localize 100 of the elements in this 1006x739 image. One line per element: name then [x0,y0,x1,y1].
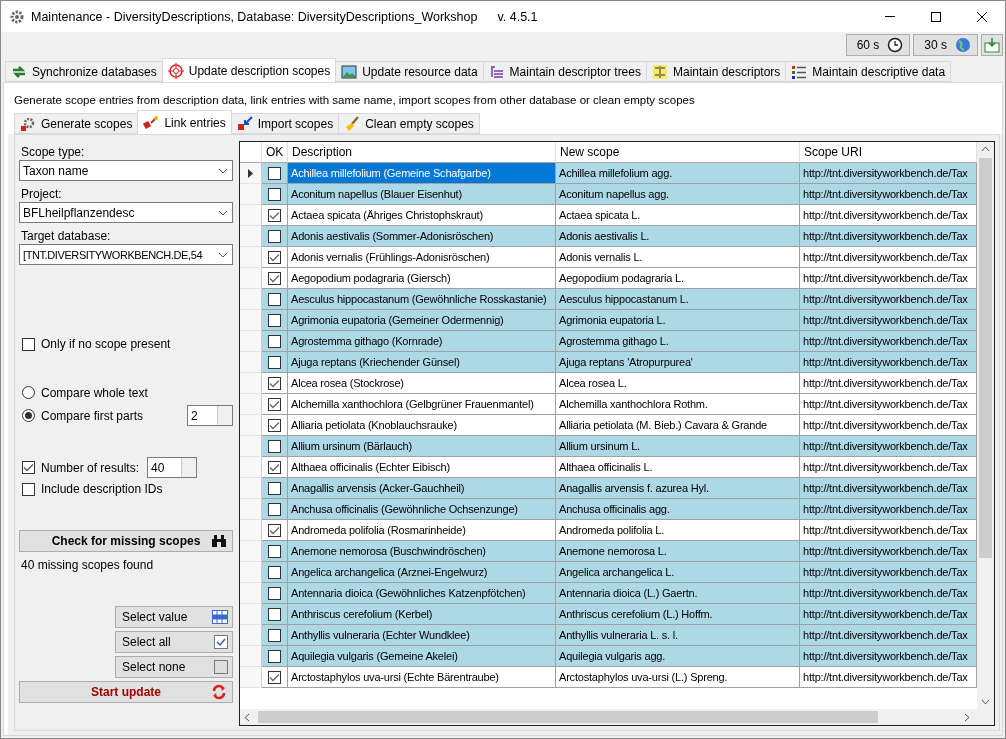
column-header[interactable]: Description [288,142,556,163]
horizontal-scrollbar[interactable] [240,709,994,725]
field-label: Target database: [21,229,112,243]
vertical-scrollbar[interactable] [977,142,994,709]
tab[interactable]: Maintain descriptor trees [482,61,647,82]
checkbox[interactable] [22,461,35,474]
checkbox[interactable] [268,649,281,663]
gear-icon [9,8,25,25]
radio-button[interactable] [22,409,35,422]
tab[interactable]: Update resource data [335,61,484,82]
column-header[interactable]: OK [262,142,288,163]
select-button[interactable]: Select all [115,631,233,653]
table-cell: Actaea spicata L. [556,205,800,226]
checkbox[interactable] [268,523,281,537]
checkbox[interactable] [268,607,281,621]
checkbox[interactable] [268,502,281,516]
close-icon [977,11,987,22]
table-cell: Alchemilla xanthochlora Rothm. [556,394,800,415]
table-cell: Allium ursinum (Bärlauch) [288,436,556,457]
table-cell: http://tnt.diversityworkbench.de/Tax [800,478,977,499]
checkbox-label: Include description IDs [41,482,163,496]
table-cell: Agrimonia eupatoria L. [556,310,800,331]
checkbox[interactable] [268,271,281,285]
table-cell: Aquilegia vulgaris agg. [556,646,800,667]
table-cell: Andromeda polifolia L. [556,520,800,541]
table-cell: Anagallis arvensis f. azurea Hyl. [556,478,800,499]
tab[interactable]: Update description scopes [161,58,337,82]
tab[interactable]: Synchronize databases [5,61,163,82]
table-cell: http://tnt.diversityworkbench.de/Tax [800,436,977,457]
checkbox[interactable] [268,334,281,348]
number-of-results-spinner[interactable]: 40 [147,457,198,478]
row-header[interactable] [240,163,262,184]
radio-button[interactable] [22,386,35,399]
timer-button[interactable]: 60 s [845,34,911,56]
project-dropdown[interactable]: BFLheilpflanzendesc [19,202,233,223]
select-button[interactable]: Select value [115,606,233,628]
tab[interactable]: Generate scopes [14,113,139,134]
checkbox[interactable] [268,628,281,642]
checkbox[interactable] [268,229,281,243]
table-cell: http://tnt.diversityworkbench.de/Tax [800,163,977,184]
table-cell: Agrostemma githago (Kornrade) [288,331,556,352]
table-cell: Althaea officinalis L. [556,457,800,478]
checkbox[interactable] [268,397,281,411]
tab[interactable]: Maintain descriptive data [785,61,952,82]
target-database-dropdown[interactable]: [TNT.DIVERSITYWORKBENCH.DE,54 [19,244,233,265]
checkbox[interactable] [268,439,281,453]
checkbox[interactable] [268,313,281,327]
checkbox-label: Only if no scope present [41,337,171,351]
version-label: v. 4.5.1 [497,9,538,24]
export-button[interactable] [981,34,1003,56]
table-cell: http://tnt.diversityworkbench.de/Tax [800,184,977,205]
checkbox[interactable] [268,544,281,558]
start-update-button[interactable]: Start update [19,681,233,703]
field-label: Project: [21,187,63,201]
table-cell: http://tnt.diversityworkbench.de/Tax [800,541,977,562]
checkbox[interactable] [22,337,35,351]
table-cell: Allium ursinum L. [556,436,800,457]
tab[interactable]: Import scopes [230,113,340,134]
checkbox[interactable] [268,187,281,201]
first-parts-spinner[interactable]: 2 [187,405,233,426]
checkbox[interactable] [268,292,281,306]
binoculars-icon [211,534,227,548]
timer-button[interactable]: 30 s [913,34,978,56]
checkbox[interactable] [268,355,281,369]
checkbox[interactable] [268,166,281,180]
tab[interactable]: Maintain descriptors [645,61,787,82]
table-cell: Anthyllis vulneraria L. s. l. [556,625,800,646]
checkbox[interactable] [268,250,281,264]
table-cell: http://tnt.diversityworkbench.de/Tax [800,667,977,688]
table-cell: Anemone nemorosa L. [556,541,800,562]
scope-type-dropdown[interactable]: Taxon name [19,160,233,181]
table-cell: Achillea millefolium (Gemeine Schafgarbe) [288,163,556,184]
dropdown-chevron-icon [218,209,228,216]
current-row-icon [248,168,253,178]
tree-list-icon [488,63,505,80]
table-cell: Adonis vernalis L. [556,247,800,268]
checkbox[interactable] [268,586,281,600]
checkbox[interactable] [268,670,281,684]
table-cell: http://tnt.diversityworkbench.de/Tax [800,415,977,436]
descriptor-icon [651,63,668,80]
check-missing-scopes-button[interactable]: Check for missing scopes [19,530,233,552]
checkbox[interactable] [22,482,35,496]
radio-label: Compare whole text [41,385,148,400]
table-cell: Anthriscus cerefolium (L.) Hoffm. [556,604,800,625]
column-header[interactable]: Scope URI [800,142,977,163]
status-text: 40 missing scopes found [21,558,155,572]
checkbox[interactable] [268,208,281,222]
table-cell: Anchusa officinalis agg. [556,499,800,520]
checkbox[interactable] [268,418,281,432]
checkbox[interactable] [268,565,281,579]
tab[interactable]: Clean empty scopes [338,113,480,134]
table-cell: Aegopodium podagraria L. [556,268,800,289]
checkbox[interactable] [268,481,281,495]
checkbox[interactable] [268,376,281,390]
column-header[interactable]: New scope [556,142,800,163]
select-button[interactable]: Select none [115,656,233,678]
table-cell: http://tnt.diversityworkbench.de/Tax [800,562,977,583]
refresh-arrows-icon [211,684,227,700]
checkbox[interactable] [268,460,281,474]
globe-icon [955,37,971,53]
